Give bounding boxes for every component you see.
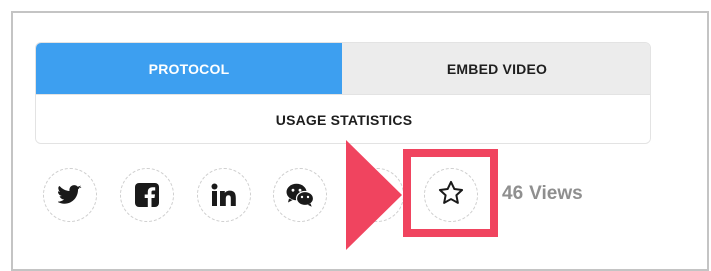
star-outline-icon — [437, 179, 465, 212]
tab-usage-statistics[interactable]: USAGE STATISTICS — [36, 94, 650, 143]
pointer-arrow — [346, 140, 406, 255]
views-label: Views — [529, 183, 583, 204]
views-count: 46 Views — [502, 183, 583, 205]
favorite-button[interactable] — [424, 168, 478, 222]
share-linkedin-button[interactable] — [197, 168, 251, 222]
share-wechat-button[interactable] — [273, 168, 327, 222]
views-number: 46 — [502, 183, 524, 204]
twitter-icon — [58, 185, 82, 205]
tabs-panel: PROTOCOL EMBED VIDEO USAGE STATISTICS — [35, 42, 651, 144]
tab-protocol[interactable]: PROTOCOL — [36, 43, 342, 94]
linkedin-icon — [211, 183, 237, 207]
share-twitter-button[interactable] — [43, 168, 97, 222]
share-facebook-button[interactable] — [120, 168, 174, 222]
tab-embed-video[interactable]: EMBED VIDEO — [342, 43, 650, 94]
facebook-icon — [135, 183, 159, 207]
wechat-icon — [286, 183, 314, 207]
